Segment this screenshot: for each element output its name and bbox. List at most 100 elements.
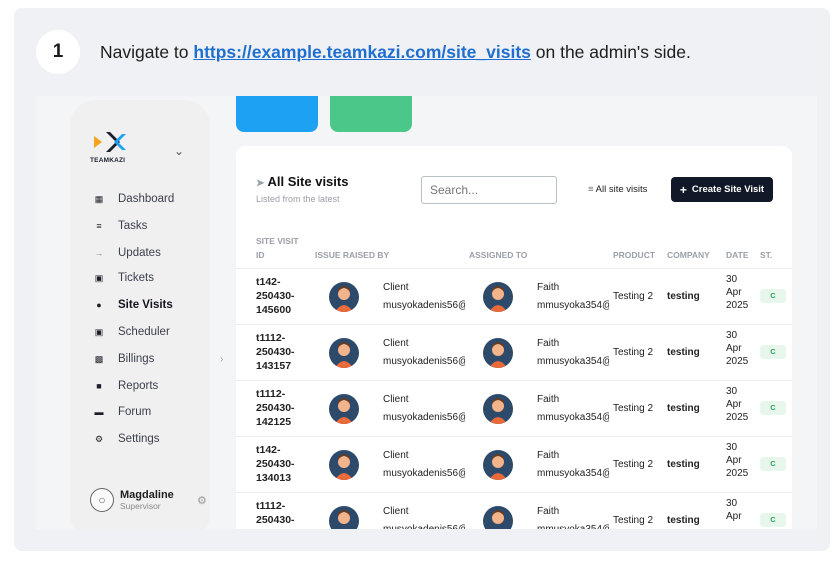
avatar-icon	[483, 282, 513, 312]
step-prefix: Navigate to	[100, 42, 194, 62]
sidebar-item-label: Updates	[118, 247, 161, 259]
issuer: Clientmusyokadenis56@	[383, 394, 465, 423]
table-row[interactable]: t1112- 250430- 142125 Client musyokadenis56…	[236, 380, 792, 436]
site-visit-id[interactable]: t1112- 250430-	[256, 499, 295, 527]
status-badge: C	[760, 289, 786, 303]
sidebar-item-settings[interactable]: ⚙ Settings	[94, 431, 160, 447]
site-visit-id[interactable]: t142- 250430- 145600	[256, 275, 295, 317]
avatar-icon	[483, 338, 513, 368]
issuer: Clientmusyokadenis56@	[383, 338, 465, 367]
date: 30 Apr 2025	[726, 330, 749, 367]
avatar-icon	[329, 450, 359, 480]
sidebar-item-billings[interactable]: ▩ Billings ›	[94, 351, 224, 367]
site-visits-link[interactable]: https://example.teamkazi.com/site_visits	[193, 42, 531, 62]
report-icon: ■	[96, 381, 102, 391]
user-avatar-icon: ○	[90, 488, 114, 512]
sidebar-item-label: Tickets	[118, 272, 154, 284]
header-company: COMPANY	[667, 250, 710, 260]
sidebar-item-dashboard[interactable]: ▦ Dashboard	[94, 191, 175, 207]
avatar-icon	[329, 338, 359, 368]
sidebar-item-label: Site Visits	[118, 299, 173, 311]
sidebar-item-label: Forum	[118, 406, 152, 418]
location-pin-icon: ●	[96, 300, 102, 310]
company: testing	[667, 459, 700, 470]
user-name: Magdaline	[120, 488, 174, 501]
stat-card-green[interactable]	[330, 96, 412, 132]
step-card: 1 Navigate to https://example.teamkazi.c…	[14, 8, 830, 551]
assignee: Faithmmusyoka354@	[537, 282, 609, 311]
user-profile[interactable]: ○ Magdaline Supervisor ⚙	[90, 488, 207, 512]
sidebar-item-reports[interactable]: ■ Reports	[94, 378, 158, 394]
avatar-icon	[483, 506, 513, 529]
create-site-visit-button[interactable]: + Create Site Visit	[671, 177, 773, 202]
page-subtitle: Listed from the latest	[256, 194, 340, 204]
user-role: Supervisor	[120, 500, 161, 511]
sidebar-item-label: Billings	[118, 353, 155, 365]
filter-dropdown[interactable]: ≡ All site visits	[588, 184, 647, 195]
step-number: 1	[52, 41, 64, 62]
calendar-clock-icon: ▣	[94, 326, 104, 337]
site-visit-id[interactable]: t1112- 250430- 142125	[256, 387, 295, 429]
table-row[interactable]: t142- 250430- 145600 Client musyokadenis56@…	[236, 268, 792, 324]
product: Testing 2	[613, 403, 654, 414]
avatar-icon	[329, 506, 359, 529]
date: 30 Apr 2025	[726, 442, 749, 479]
product: Testing 2	[613, 515, 654, 526]
sidebar-item-label: Scheduler	[118, 326, 170, 338]
sidebar-item-tasks[interactable]: ≡ Tasks	[94, 218, 147, 234]
sidebar-item-tickets[interactable]: ▣ Tickets	[94, 270, 154, 286]
product: Testing 2	[613, 459, 654, 470]
company: testing	[667, 347, 700, 358]
send-icon: ➤	[256, 178, 265, 189]
search-input[interactable]	[421, 176, 557, 204]
sidebar-item-label: Reports	[118, 380, 159, 392]
site-visit-id[interactable]: t142- 250430- 134013	[256, 443, 295, 485]
avatar-icon	[483, 394, 513, 424]
status-badge: C	[760, 513, 786, 527]
assignee: Faithmmusyoka354@	[537, 450, 609, 479]
assignee: Faithmmusyoka354@	[537, 394, 609, 423]
company: testing	[667, 515, 700, 526]
filter-icon: ≡	[588, 184, 594, 195]
sidebar-item-forum[interactable]: ▬ Forum	[94, 404, 152, 420]
tasks-icon: ≡	[96, 221, 102, 231]
site-visit-id[interactable]: t1112- 250430- 143157	[256, 331, 295, 373]
sidebar-item-scheduler[interactable]: ▣ Scheduler	[94, 324, 170, 340]
step-number-badge: 1	[36, 30, 80, 74]
chat-icon: ▬	[94, 407, 104, 417]
sidebar-item-label: Dashboard	[118, 193, 175, 205]
company: testing	[667, 291, 700, 302]
table-row[interactable]: t142- 250430- 134013 Client musyokadenis56@…	[236, 436, 792, 492]
table-row[interactable]: t1112-250430- Clientmusyokadenis56@ Fait…	[236, 492, 792, 529]
avatar-icon	[483, 450, 513, 480]
issuer: Clientmusyokadenis56@	[383, 450, 465, 479]
avatar-icon	[329, 394, 359, 424]
status-badge: C	[760, 345, 786, 359]
chevron-down-icon[interactable]: ⌄	[174, 144, 184, 158]
product: Testing 2	[613, 347, 654, 358]
header-issue-raised-by: ISSUE RAISED BY	[315, 250, 390, 260]
sidebar-item-site-visits[interactable]: ● Site Visits	[94, 297, 173, 313]
header-status: ST.	[760, 250, 773, 260]
dashboard-icon: ▦	[94, 193, 104, 204]
stat-card-blue[interactable]	[236, 96, 318, 132]
step-instruction: Navigate to https://example.teamkazi.com…	[100, 42, 691, 63]
app-screenshot: TEAMKAZI ⌄ ▦ Dashboard ≡ Tasks → Updates ▣ T…	[36, 96, 817, 529]
gear-icon[interactable]: ⚙	[197, 494, 207, 507]
header-product: PRODUCT	[613, 250, 656, 260]
company: testing	[667, 403, 700, 414]
settings-icon: ⚙	[94, 433, 104, 444]
chevron-right-icon: ›	[220, 353, 224, 365]
ticket-icon: ▣	[94, 272, 104, 283]
product: Testing 2	[613, 291, 654, 302]
sidebar: TEAMKAZI ⌄ ▦ Dashboard ≡ Tasks → Updates ▣ T…	[70, 100, 224, 529]
sidebar-item-label: Tasks	[118, 220, 148, 232]
sidebar-item-label: Settings	[118, 433, 160, 445]
sidebar-item-updates[interactable]: → Updates	[94, 245, 161, 261]
table-row[interactable]: t1112- 250430- 143157 Client musyokadenis56…	[236, 324, 792, 380]
date: 30 Apr 2025	[726, 274, 749, 311]
date: 30 Apr	[726, 498, 742, 522]
site-visits-panel: ➤ All Site visits Listed from the latest…	[236, 146, 792, 529]
assignee: Faithmmusyoka354@	[537, 338, 609, 367]
page-title: ➤ All Site visits	[256, 174, 349, 189]
